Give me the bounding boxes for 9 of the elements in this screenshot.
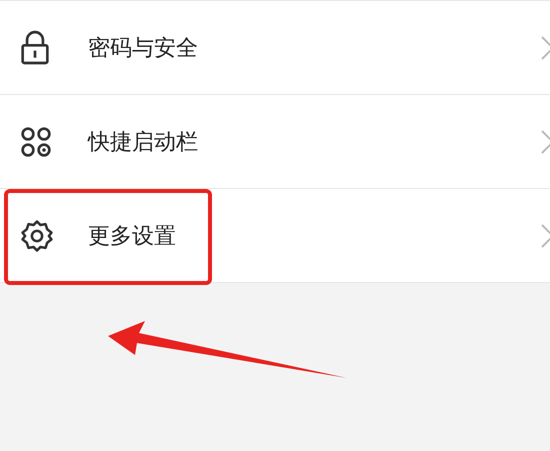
circles-icon bbox=[20, 126, 52, 158]
lock-icon bbox=[20, 30, 50, 66]
settings-item[interactable]: 密码与安全 bbox=[0, 1, 550, 95]
item-label: 密码与安全 bbox=[88, 34, 198, 62]
item-label: 更多设置 bbox=[88, 222, 176, 250]
settings-item[interactable]: 快捷启动栏 bbox=[0, 95, 550, 189]
item-label: 快捷启动栏 bbox=[88, 128, 198, 156]
settings-item[interactable]: 更多设置 bbox=[0, 189, 550, 283]
gear-icon bbox=[20, 218, 54, 252]
